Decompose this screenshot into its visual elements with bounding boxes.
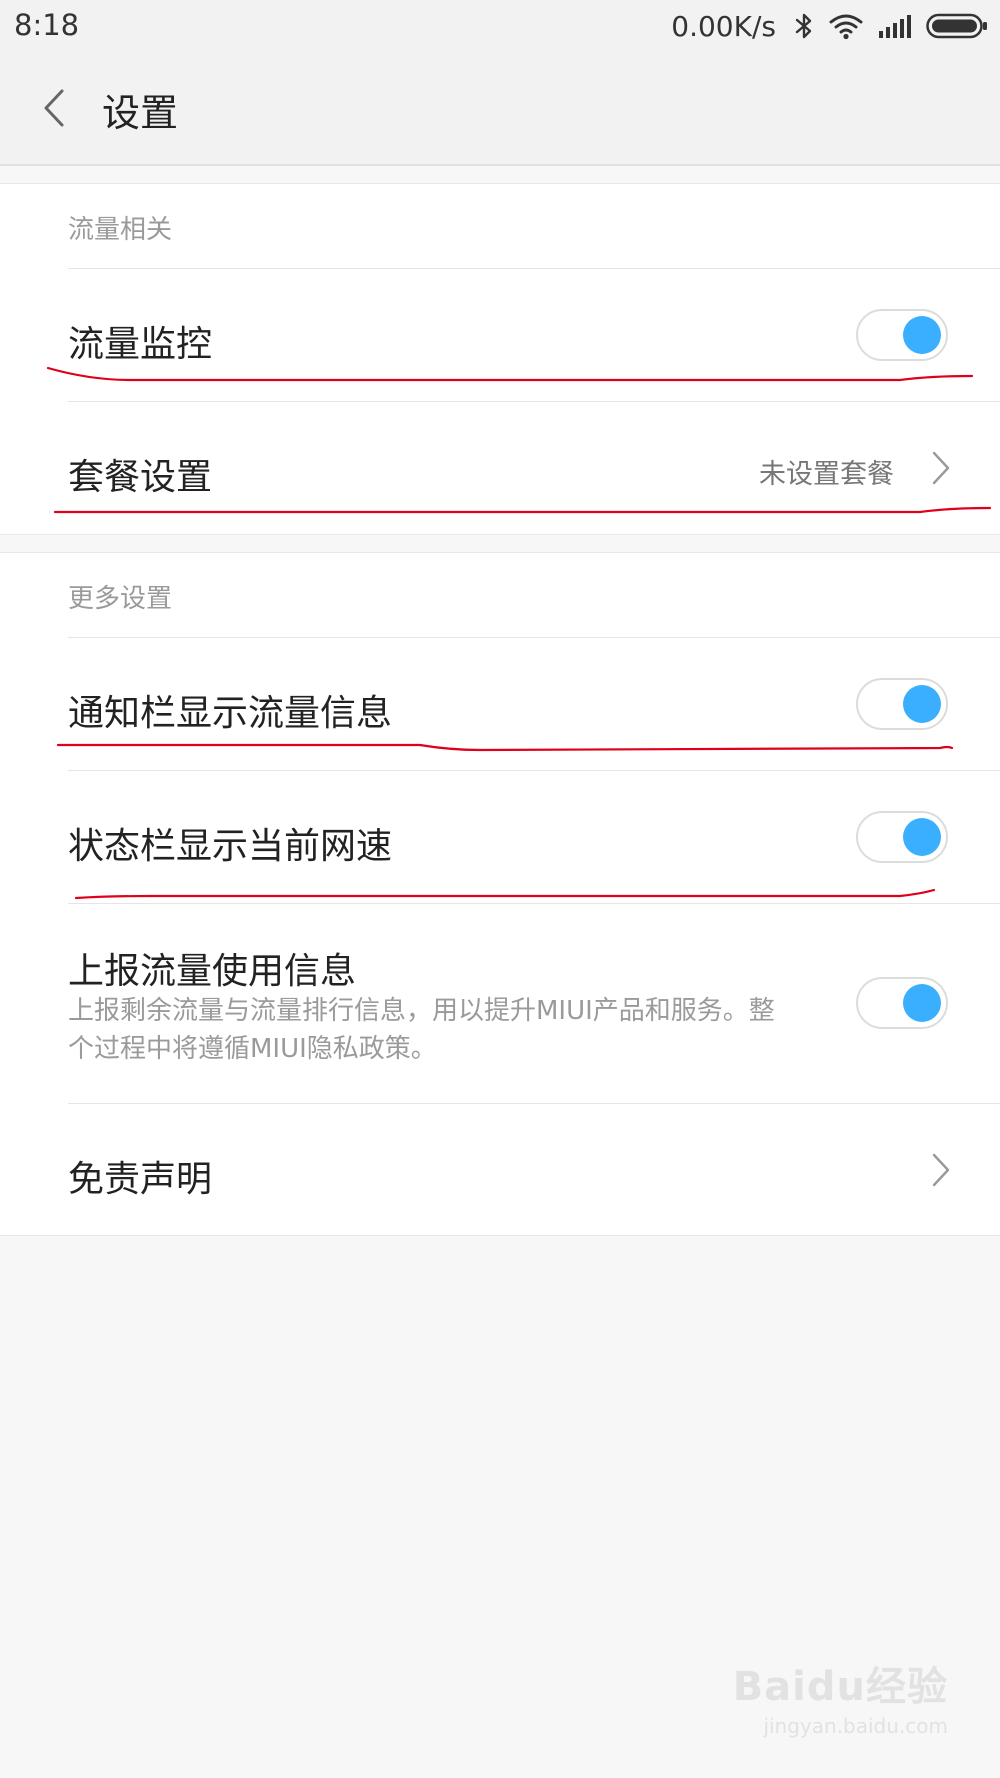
- row-summary: 上报剩余流量与流量排行信息，用以提升MIUI产品和服务。整个过程中将遵循MIUI…: [68, 996, 775, 1064]
- wifi-icon: [829, 14, 863, 40]
- toggle-knob: [903, 685, 941, 723]
- section-card-traffic: 流量相关 流量监控 套餐设置 未设置套餐: [0, 183, 1000, 535]
- bluetooth-icon: [795, 13, 812, 39]
- page-title: 设置: [102, 91, 179, 135]
- status-bar-speed-toggle[interactable]: [856, 811, 948, 863]
- network-speed: 0.00K/s: [671, 9, 776, 43]
- notification-traffic-toggle[interactable]: [856, 678, 948, 730]
- row-label: 通知栏显示流量信息: [68, 693, 393, 734]
- section-card-more: 更多设置 通知栏显示流量信息 状态栏显示当前网速 上报流量使用信息 上报剩余流量…: [0, 552, 1000, 1236]
- toggle-knob: [903, 984, 941, 1022]
- chevron-left-icon: [44, 89, 64, 127]
- status-time: 8:18: [14, 8, 80, 42]
- header-bar: 设置: [0, 52, 1000, 166]
- chevron-right-icon: [932, 1153, 950, 1187]
- row-label: 流量监控: [68, 324, 213, 365]
- signal-icon: [879, 15, 911, 38]
- section-header: 更多设置: [68, 584, 173, 614]
- section-header: 流量相关: [68, 215, 173, 245]
- report-usage-toggle[interactable]: [856, 977, 948, 1029]
- report-usage-row[interactable]: 上报流量使用信息 上报剩余流量与流量排行信息，用以提升MIUI产品和服务。整个过…: [0, 904, 1000, 1103]
- row-label: 免责声明: [68, 1159, 213, 1200]
- row-label: 状态栏显示当前网速: [68, 826, 393, 867]
- toggle-knob: [903, 818, 941, 856]
- watermark-brand: Baidu经验: [732, 1664, 948, 1710]
- plan-settings-row[interactable]: 套餐设置 未设置套餐: [0, 402, 1000, 534]
- traffic-monitor-toggle[interactable]: [856, 309, 948, 361]
- status-bar: 8:18 0.00K/s: [0, 0, 1000, 52]
- watermark-url: jingyan.baidu.com: [763, 1714, 948, 1738]
- row-label: 上报流量使用信息: [68, 951, 357, 992]
- battery-icon: [926, 13, 987, 39]
- disclaimer-row[interactable]: 免责声明: [0, 1104, 1000, 1235]
- status-icons: 0.00K/s: [671, 8, 988, 44]
- plan-status-value: 未设置套餐: [759, 459, 894, 490]
- notification-traffic-row[interactable]: 通知栏显示流量信息: [0, 638, 1000, 770]
- toggle-knob: [903, 316, 941, 354]
- chevron-right-icon: [932, 451, 950, 485]
- watermark: Baidu经验 jingyan.baidu.com: [733, 1654, 948, 1738]
- row-label: 套餐设置: [68, 457, 213, 498]
- status-bar-speed-row[interactable]: 状态栏显示当前网速: [0, 771, 1000, 903]
- traffic-monitor-row[interactable]: 流量监控: [0, 269, 1000, 401]
- back-button[interactable]: [28, 78, 80, 138]
